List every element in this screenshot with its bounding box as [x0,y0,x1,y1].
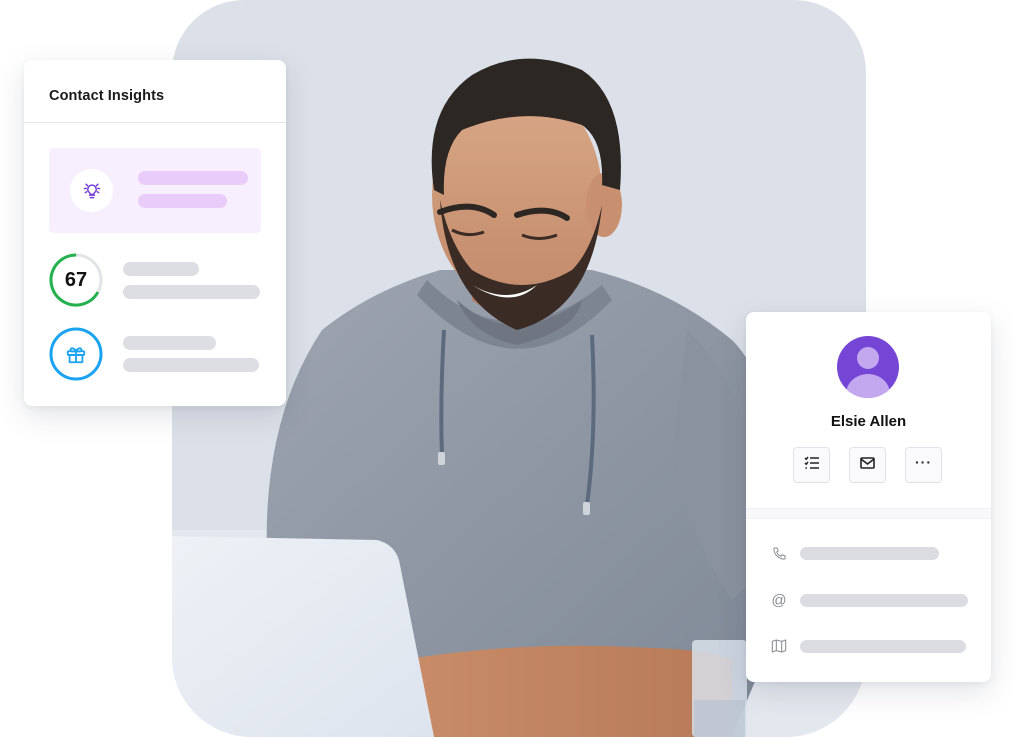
placeholder-line [123,358,259,372]
at-sign-icon: @ [771,591,787,609]
detail-row-email: @ [770,590,970,610]
score-row: 67 [49,253,261,307]
gift-row [49,327,261,381]
placeholder-line [123,262,199,276]
detail-row-phone [770,543,970,563]
phone-icon [770,544,788,562]
placeholder-line [800,594,968,607]
placeholder-line [138,171,248,185]
lightbulb-icon [70,169,113,212]
map-icon [770,637,788,655]
tasks-button[interactable] [793,447,830,483]
laptop [172,536,434,737]
task-list-icon [803,456,820,475]
user-avatar-icon[interactable] [837,336,899,398]
placeholder-line [123,285,260,299]
placeholder-line [800,640,966,653]
card-title: Contact Insights [49,88,165,104]
gift-ring [49,327,103,381]
more-icon: ··· [915,454,932,470]
envelope-icon [860,456,875,474]
email-button[interactable] [849,447,886,483]
score-ring: 67 [49,253,103,307]
placeholder-line [123,336,216,350]
placeholder-line [800,547,939,560]
more-button[interactable]: ··· [905,447,942,483]
contact-card: Elsie Allen ··· @ [746,312,991,682]
contact-name: Elsie Allen [830,413,907,430]
card-header: Contact Insights [24,60,286,123]
contact-insights-card: Contact Insights 67 [24,60,286,406]
placeholder-line [138,194,227,208]
detail-row-address [770,636,970,656]
score-value: 67 [64,268,88,291]
insight-tip[interactable] [49,148,261,233]
section-divider [746,508,991,519]
